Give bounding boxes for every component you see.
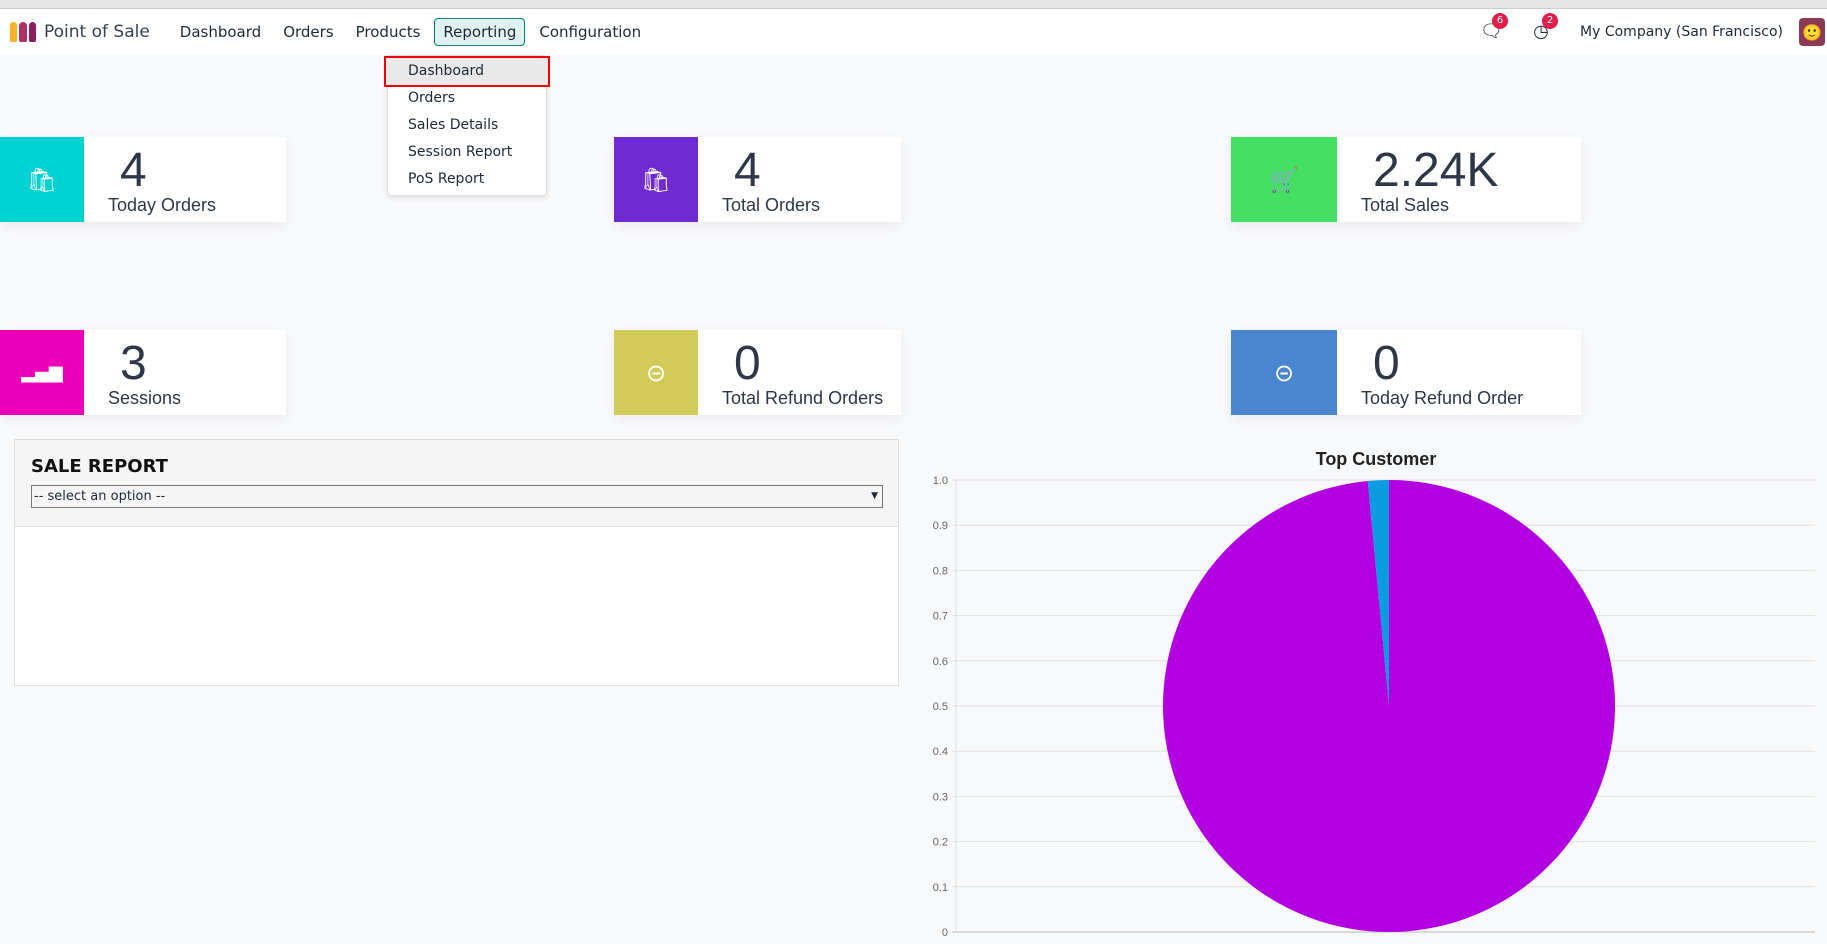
card-label: Today Orders xyxy=(108,195,217,215)
card-value: 0 xyxy=(1373,337,1400,390)
card-label: Total Sales xyxy=(1361,195,1450,215)
y-tick-label: 0.8 xyxy=(933,565,948,577)
menu-orders[interactable]: Orders xyxy=(275,19,341,45)
cart-icon: 🛒 xyxy=(1231,137,1337,222)
dropdown-item-session-report[interactable]: Session Report xyxy=(388,139,546,166)
card-total-refund-orders[interactable]: ⊝ 0 Total Refund Orders xyxy=(614,330,901,415)
user-avatar[interactable]: 🙂 xyxy=(1799,18,1825,46)
sale-report-title: SALE REPORT xyxy=(31,456,168,477)
y-tick-label: 0.5 xyxy=(933,701,948,713)
card-value: 0 xyxy=(734,337,761,390)
chart-title: Top Customer xyxy=(1316,449,1437,469)
y-tick-label: 0.1 xyxy=(933,882,948,894)
menu-dashboard[interactable]: Dashboard xyxy=(172,19,269,45)
y-tick-label: 0.2 xyxy=(933,837,948,849)
pos-logo-icon[interactable] xyxy=(10,22,36,42)
reporting-dropdown: Dashboard Orders Sales Details Session R… xyxy=(384,55,550,196)
activities-button[interactable]: ◷ 2 xyxy=(1530,13,1559,43)
card-today-refund-order[interactable]: ⊝ 0 Today Refund Order xyxy=(1231,330,1581,415)
app-title[interactable]: Point of Sale xyxy=(44,22,150,42)
card-value: 4 xyxy=(120,144,147,197)
minus-circle-icon: ⊝ xyxy=(1231,330,1337,415)
browser-strip xyxy=(0,0,1827,9)
card-label: Total Refund Orders xyxy=(722,388,884,408)
messages-badge: 6 xyxy=(1492,13,1509,29)
card-total-orders[interactable]: 🛍 4 Total Orders xyxy=(614,137,901,222)
top-navbar: Point of Sale Dashboard Orders Products … xyxy=(0,9,1827,55)
signal-icon: ▂▄▆ xyxy=(0,330,84,415)
dropdown-item-orders[interactable]: Orders xyxy=(388,85,546,112)
card-label: Sessions xyxy=(108,388,182,408)
card-total-sales[interactable]: 🛒 2.24K Total Sales xyxy=(1231,137,1581,222)
dropdown-item-sales-details[interactable]: Sales Details xyxy=(388,112,546,139)
sale-report-panel: SALE REPORT -- select an option -- ▼ xyxy=(14,439,899,686)
card-value: 2.24K xyxy=(1373,144,1499,197)
messages-button[interactable]: 🗨 6 xyxy=(1480,13,1509,43)
top-customer-chart: Top Customer 0 0.1 0.2 0.3 0.4 0.5 0.6 0.7 0.8 0.… xyxy=(933,449,1815,939)
y-tick-label: 0.9 xyxy=(933,520,948,532)
card-value: 3 xyxy=(120,337,147,390)
y-tick-label: 0.4 xyxy=(933,746,948,758)
card-label: Total Orders xyxy=(722,195,821,215)
menu-products[interactable]: Products xyxy=(348,19,429,45)
shopping-bag-icon: 🛍 xyxy=(614,137,698,222)
card-sessions[interactable]: ▂▄▆ 3 Sessions xyxy=(0,330,286,415)
company-switcher[interactable]: My Company (San Francisco) xyxy=(1580,24,1783,40)
y-tick-label: 0.7 xyxy=(933,611,948,623)
dropdown-item-dashboard[interactable]: Dashboard xyxy=(384,56,550,87)
dropdown-item-pos-report[interactable]: PoS Report xyxy=(388,166,546,193)
card-label: Today Refund Order xyxy=(1361,388,1524,408)
shopping-bag-icon: 🛍 xyxy=(0,137,84,222)
minus-circle-icon: ⊝ xyxy=(614,330,698,415)
menu-reporting[interactable]: Reporting xyxy=(434,18,526,46)
activities-badge: 2 xyxy=(1542,13,1559,29)
sale-report-select[interactable]: -- select an option -- ▼ xyxy=(31,485,883,508)
menu-configuration[interactable]: Configuration xyxy=(531,19,649,45)
y-tick-label: 0 xyxy=(942,927,948,939)
y-tick-label: 1.0 xyxy=(933,475,948,487)
dropdown-arrow-icon: ▼ xyxy=(871,491,878,501)
y-tick-label: 0.6 xyxy=(933,656,948,668)
card-value: 4 xyxy=(734,144,761,197)
select-value: -- select an option -- xyxy=(34,489,166,504)
y-tick-label: 0.3 xyxy=(933,791,948,803)
card-today-orders[interactable]: 🛍 4 Today Orders xyxy=(0,137,286,222)
